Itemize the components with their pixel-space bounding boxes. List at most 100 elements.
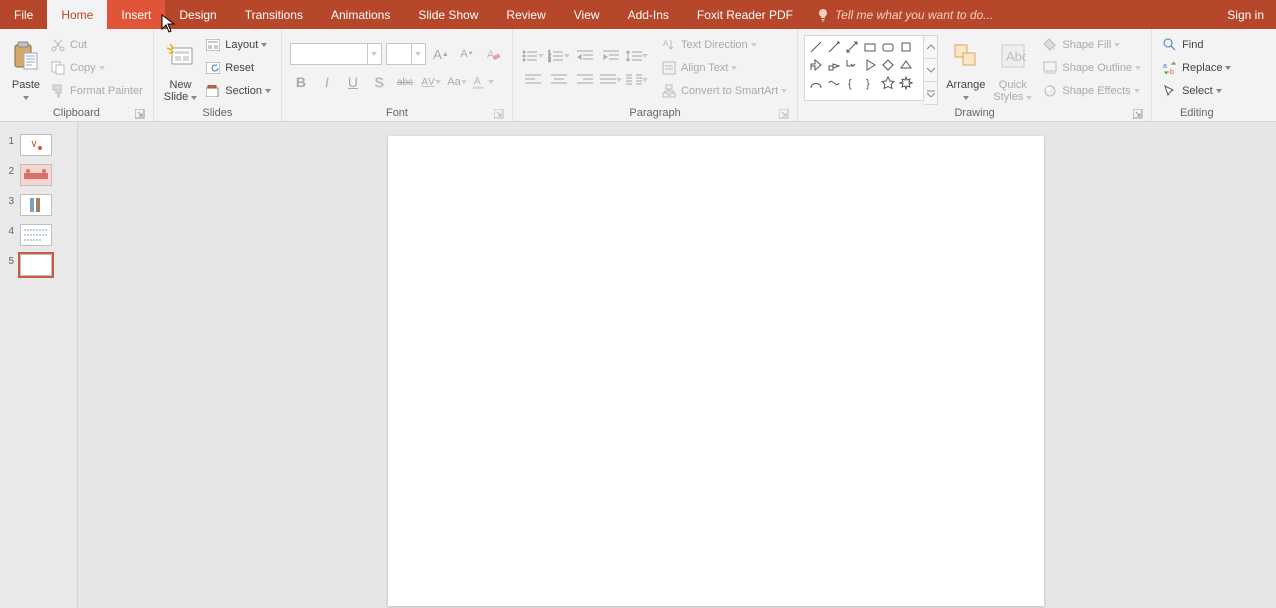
slide-canvas-area[interactable]: [78, 122, 1276, 608]
convert-smartart-button[interactable]: Convert to SmartArt: [657, 80, 791, 102]
shape-effects-button[interactable]: Shape Effects: [1038, 80, 1145, 102]
decrease-indent-icon: [577, 49, 593, 63]
line-spacing-button[interactable]: [625, 45, 649, 67]
group-label-paragraph: Paragraph: [519, 105, 791, 121]
arrange-button[interactable]: Arrange: [942, 31, 989, 105]
tab-animations[interactable]: Animations: [317, 0, 404, 29]
replace-button[interactable]: ab Replace: [1158, 57, 1235, 79]
shapes-gallery[interactable]: { }: [804, 35, 924, 101]
current-slide[interactable]: [388, 136, 1044, 606]
copy-button[interactable]: Copy: [46, 57, 147, 79]
thumbnail-5[interactable]: 5: [0, 250, 77, 280]
align-text-icon: [662, 61, 676, 75]
bullets-button[interactable]: [521, 45, 545, 67]
tab-transitions[interactable]: Transitions: [231, 0, 317, 29]
svg-text:3: 3: [548, 58, 551, 63]
align-center-button[interactable]: [547, 69, 571, 91]
font-name-combo[interactable]: [290, 43, 382, 65]
thumbnail-4[interactable]: 4: [0, 220, 77, 250]
group-label-slides: Slides: [160, 105, 275, 121]
cut-button[interactable]: Cut: [46, 34, 147, 56]
find-icon: [1163, 38, 1177, 52]
increase-indent-icon: [603, 49, 619, 63]
svg-text:}: }: [866, 78, 870, 90]
paragraph-dialog-launcher[interactable]: [779, 109, 789, 119]
group-font: A▲ A▼ A B I U S abc A̲V̲ Aa A Font: [282, 29, 513, 121]
tab-home[interactable]: Home: [47, 0, 107, 29]
smartart-icon: [662, 84, 676, 98]
decrease-font-button[interactable]: A▼: [456, 43, 478, 65]
svg-text:A: A: [663, 39, 669, 48]
change-case-button[interactable]: Aa: [446, 71, 468, 93]
find-button[interactable]: Find: [1158, 34, 1235, 56]
text-direction-button[interactable]: A Text Direction: [657, 34, 791, 56]
reset-button[interactable]: Reset: [201, 57, 275, 79]
drawing-dialog-launcher[interactable]: [1133, 109, 1143, 119]
workspace: 1 2 3 4 5: [0, 122, 1276, 608]
increase-font-button[interactable]: A▲: [430, 43, 452, 65]
group-label-clipboard: Clipboard: [6, 105, 147, 121]
ribbon-tabs-bar: File Home Insert Design Transitions Anim…: [0, 0, 1276, 29]
svg-text:{: {: [848, 78, 852, 90]
replace-icon: ab: [1163, 61, 1177, 75]
thumbnail-2[interactable]: 2: [0, 160, 77, 190]
tab-foxit[interactable]: Foxit Reader PDF: [683, 0, 807, 29]
thumbnail-1[interactable]: 1: [0, 130, 77, 160]
tab-insert[interactable]: Insert: [107, 0, 165, 29]
new-slide-button[interactable]: New Slide: [160, 31, 202, 105]
clipboard-dialog-launcher[interactable]: [135, 109, 145, 119]
tab-file[interactable]: File: [0, 0, 47, 29]
clear-formatting-button[interactable]: A: [482, 43, 504, 65]
paste-button[interactable]: Paste: [6, 31, 46, 105]
justify-button[interactable]: [599, 69, 623, 91]
group-clipboard: Paste Cut Copy Format Painter Clipboard: [0, 29, 154, 121]
tab-slideshow[interactable]: Slide Show: [404, 0, 492, 29]
new-slide-icon: [166, 42, 196, 70]
numbering-button[interactable]: 123: [547, 45, 571, 67]
columns-button[interactable]: [625, 69, 649, 91]
tab-review[interactable]: Review: [492, 0, 559, 29]
italic-button[interactable]: I: [316, 71, 338, 93]
group-slides: New Slide Layout Reset Section Slides: [154, 29, 282, 121]
layout-button[interactable]: Layout: [201, 34, 275, 56]
align-text-button[interactable]: Align Text: [657, 57, 791, 79]
sign-in-link[interactable]: Sign in: [1215, 0, 1276, 29]
decrease-indent-button[interactable]: [573, 45, 597, 67]
shape-fill-icon: [1043, 38, 1057, 52]
format-painter-button[interactable]: Format Painter: [46, 80, 147, 102]
font-size-combo[interactable]: [386, 43, 426, 65]
bold-button[interactable]: B: [290, 71, 312, 93]
tell-me-search[interactable]: Tell me what you want to do...: [807, 0, 1215, 29]
align-center-icon: [551, 73, 567, 87]
bullets-icon: [522, 49, 538, 63]
thumbnail-3[interactable]: 3: [0, 190, 77, 220]
increase-indent-button[interactable]: [599, 45, 623, 67]
tab-view[interactable]: View: [560, 0, 614, 29]
char-spacing-button[interactable]: A̲V̲: [420, 71, 442, 93]
shapes-gallery-scroll[interactable]: [924, 35, 938, 105]
shape-fill-button[interactable]: Shape Fill: [1038, 34, 1145, 56]
select-button[interactable]: Select: [1158, 80, 1235, 102]
arrange-icon: [953, 43, 979, 69]
svg-text:b: b: [1170, 69, 1174, 75]
shape-outline-button[interactable]: Shape Outline: [1038, 57, 1145, 79]
columns-icon: [626, 73, 642, 87]
ribbon: Paste Cut Copy Format Painter Clipboard: [0, 29, 1276, 122]
tab-design[interactable]: Design: [165, 0, 230, 29]
align-right-button[interactable]: [573, 69, 597, 91]
underline-button[interactable]: U: [342, 71, 364, 93]
shadow-button[interactable]: S: [368, 71, 390, 93]
section-icon: [206, 85, 220, 97]
shape-outline-icon: [1043, 61, 1057, 75]
strike-button[interactable]: abc: [394, 71, 416, 93]
group-paragraph: 123 A Text Direction: [513, 29, 798, 121]
section-button[interactable]: Section: [201, 80, 275, 102]
font-color-button[interactable]: A: [472, 71, 494, 93]
tab-addins[interactable]: Add-Ins: [614, 0, 683, 29]
font-dialog-launcher[interactable]: [494, 109, 504, 119]
layout-icon: [206, 39, 220, 51]
align-left-icon: [525, 73, 541, 87]
quick-styles-button[interactable]: Abc Quick Styles: [989, 31, 1036, 105]
group-label-editing: Editing: [1158, 105, 1235, 121]
align-left-button[interactable]: [521, 69, 545, 91]
